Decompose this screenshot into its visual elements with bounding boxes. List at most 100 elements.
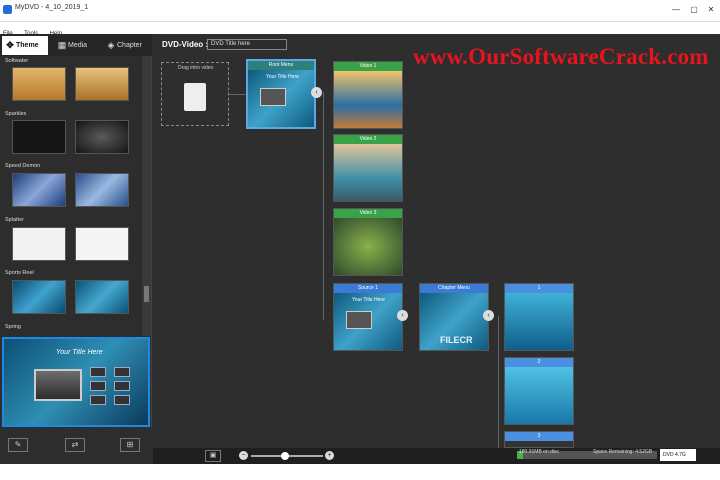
theme-thumb-splatter-2[interactable] — [75, 227, 129, 261]
preview-button — [114, 367, 130, 377]
preview-button — [114, 381, 130, 391]
film-icon: ▦ — [57, 40, 67, 50]
maximize-button[interactable]: ▢ — [686, 3, 702, 17]
source-photo — [346, 311, 372, 329]
source-menu-card[interactable]: Source 1 Your Title Here — [333, 283, 403, 351]
collapse-arrow[interactable]: ‹ — [483, 310, 494, 321]
theme-list: Softwater Sparkles Speed Demon Splatter … — [0, 56, 142, 336]
theme-label: Splatter — [5, 217, 24, 223]
scrollbar-thumb[interactable] — [144, 286, 149, 302]
status-bar: ▣ − + 180.91MB on disc Space Remaining: … — [153, 448, 720, 464]
remaining-space-text: Space Remaining: 4.52GB — [593, 449, 653, 455]
menu-tree-canvas: DVD-Video : DVD Title here www.OurSoftwa… — [153, 34, 720, 448]
collapse-arrow[interactable]: ‹ — [311, 87, 322, 98]
theme-preview: Your Title Here — [2, 337, 150, 427]
document-icon — [184, 83, 206, 111]
video-2-thumbnail — [334, 144, 402, 201]
chapter-1-thumbnail — [505, 293, 573, 350]
video-card[interactable]: Video 1 — [333, 61, 403, 129]
disc-type-select[interactable]: DVD 4.7G — [660, 449, 696, 461]
chapter-menu-header: Chapter Menu — [420, 284, 488, 293]
tab-chapter-label: Chapter — [117, 42, 142, 49]
tab-media-label: Media — [68, 42, 88, 49]
preview-title: Your Title Here — [56, 349, 103, 356]
chapter-card[interactable]: 1 — [504, 283, 574, 351]
theme-thumb-softwater-1[interactable] — [12, 67, 66, 101]
add-theme-button[interactable]: ⊞ — [120, 438, 140, 452]
chapter-card[interactable]: 2 — [504, 357, 574, 425]
zoom-in-button[interactable]: + — [325, 451, 334, 460]
minimize-button[interactable]: — — [668, 3, 684, 17]
video-2-header: Video 2 — [334, 135, 402, 144]
zoom-slider-thumb[interactable] — [281, 452, 289, 460]
video-card[interactable]: Video 2 — [333, 134, 403, 202]
theme-thumb-sparkles-1[interactable] — [12, 120, 66, 154]
root-menu-subtitle: Your Title Here — [266, 74, 299, 80]
source-image: Your Title Here — [334, 293, 402, 350]
theme-list-scrollbar[interactable] — [142, 56, 151, 336]
theme-label: Speed Demon — [5, 163, 41, 169]
theme-label: Sports Reel — [5, 270, 34, 276]
theme-thumb-splatter-1[interactable] — [12, 227, 66, 261]
theme-thumb-softwater-2[interactable] — [75, 67, 129, 101]
video-card[interactable]: Video 3 — [333, 208, 403, 276]
preview-button — [90, 381, 106, 391]
mydvd-window: MyDVD - 4_10_2019_1 — ▢ ✕ File Tools Hel… — [0, 0, 720, 480]
theme-thumb-speed-demon-2[interactable] — [75, 173, 129, 207]
video-1-header: Video 1 — [334, 62, 402, 71]
title-bar: MyDVD - 4_10_2019_1 — ▢ ✕ — [0, 0, 720, 22]
zoom-out-button[interactable]: − — [239, 451, 248, 460]
edit-theme-button[interactable]: ✎ — [8, 438, 28, 452]
close-button[interactable]: ✕ — [703, 3, 719, 17]
intro-video-dropzone[interactable]: Drag intro video — [161, 62, 229, 126]
tab-chapter[interactable]: ◈ Chapter — [103, 36, 150, 55]
panel-tabs: ✥ Theme ▦ Media ◈ Chapter — [0, 34, 152, 56]
chapter-2-header: 2 — [505, 358, 573, 367]
theme-panel: ✥ Theme ▦ Media ◈ Chapter Softwater Spar… — [0, 34, 152, 464]
chapter-2-thumbnail — [505, 367, 573, 424]
root-menu-photo — [260, 88, 286, 106]
theme-label: Softwater — [5, 58, 29, 64]
source-subtitle: Your Title Here — [352, 297, 385, 303]
root-menu-image: Your Title Here — [248, 70, 314, 127]
theme-thumb-sports-reel-2[interactable] — [75, 280, 129, 314]
chapter-watermark: FILECR — [440, 335, 473, 345]
video-3-thumbnail — [334, 218, 402, 275]
chapter-menu-image: FILECR — [420, 293, 488, 350]
footer — [0, 464, 720, 480]
theme-thumb-sports-reel-1[interactable] — [12, 280, 66, 314]
video-3-header: Video 3 — [334, 209, 402, 218]
used-space-text: 180.91MB on disc — [519, 449, 560, 455]
chapter-card[interactable]: 3 — [504, 431, 574, 448]
window-title: MyDVD - 4_10_2019_1 — [15, 4, 89, 11]
layers-icon: ◈ — [107, 40, 115, 50]
chapter-menu-card[interactable]: Chapter Menu FILECR — [419, 283, 489, 351]
intro-label: Drag intro video — [178, 65, 214, 71]
watermark-text: www.OurSoftwareCrack.com — [413, 44, 709, 69]
video-1-thumbnail — [334, 71, 402, 128]
theme-thumb-sparkles-2[interactable] — [75, 120, 129, 154]
theme-icon: ✥ — [6, 40, 14, 50]
theme-label: Spring — [5, 324, 21, 330]
root-menu-card[interactable]: Root Menu Your Title Here — [246, 59, 316, 129]
connector — [323, 92, 324, 320]
chapter-1-header: 1 — [505, 284, 573, 293]
connector — [498, 316, 499, 448]
swap-theme-button[interactable]: ⇄ — [65, 438, 85, 452]
dvd-title-input[interactable]: DVD Title here — [207, 39, 287, 50]
preview-button[interactable]: ▣ — [205, 450, 221, 462]
tab-media[interactable]: ▦ Media — [54, 36, 98, 55]
theme-label: Sparkles — [5, 111, 27, 117]
connector — [229, 94, 246, 95]
theme-thumb-speed-demon-1[interactable] — [12, 173, 66, 207]
preview-button — [90, 367, 106, 377]
tab-theme[interactable]: ✥ Theme — [2, 36, 48, 55]
tab-theme-label: Theme — [16, 42, 39, 49]
theme-actions: ✎ ⇄ ⊞ — [0, 428, 152, 464]
collapse-arrow[interactable]: ‹ — [397, 310, 408, 321]
preview-button — [114, 395, 130, 405]
preview-photo — [34, 369, 82, 401]
root-menu-header: Root Menu — [248, 61, 314, 70]
source-header: Source 1 — [334, 284, 402, 293]
dvd-video-label: DVD-Video : — [162, 40, 209, 49]
